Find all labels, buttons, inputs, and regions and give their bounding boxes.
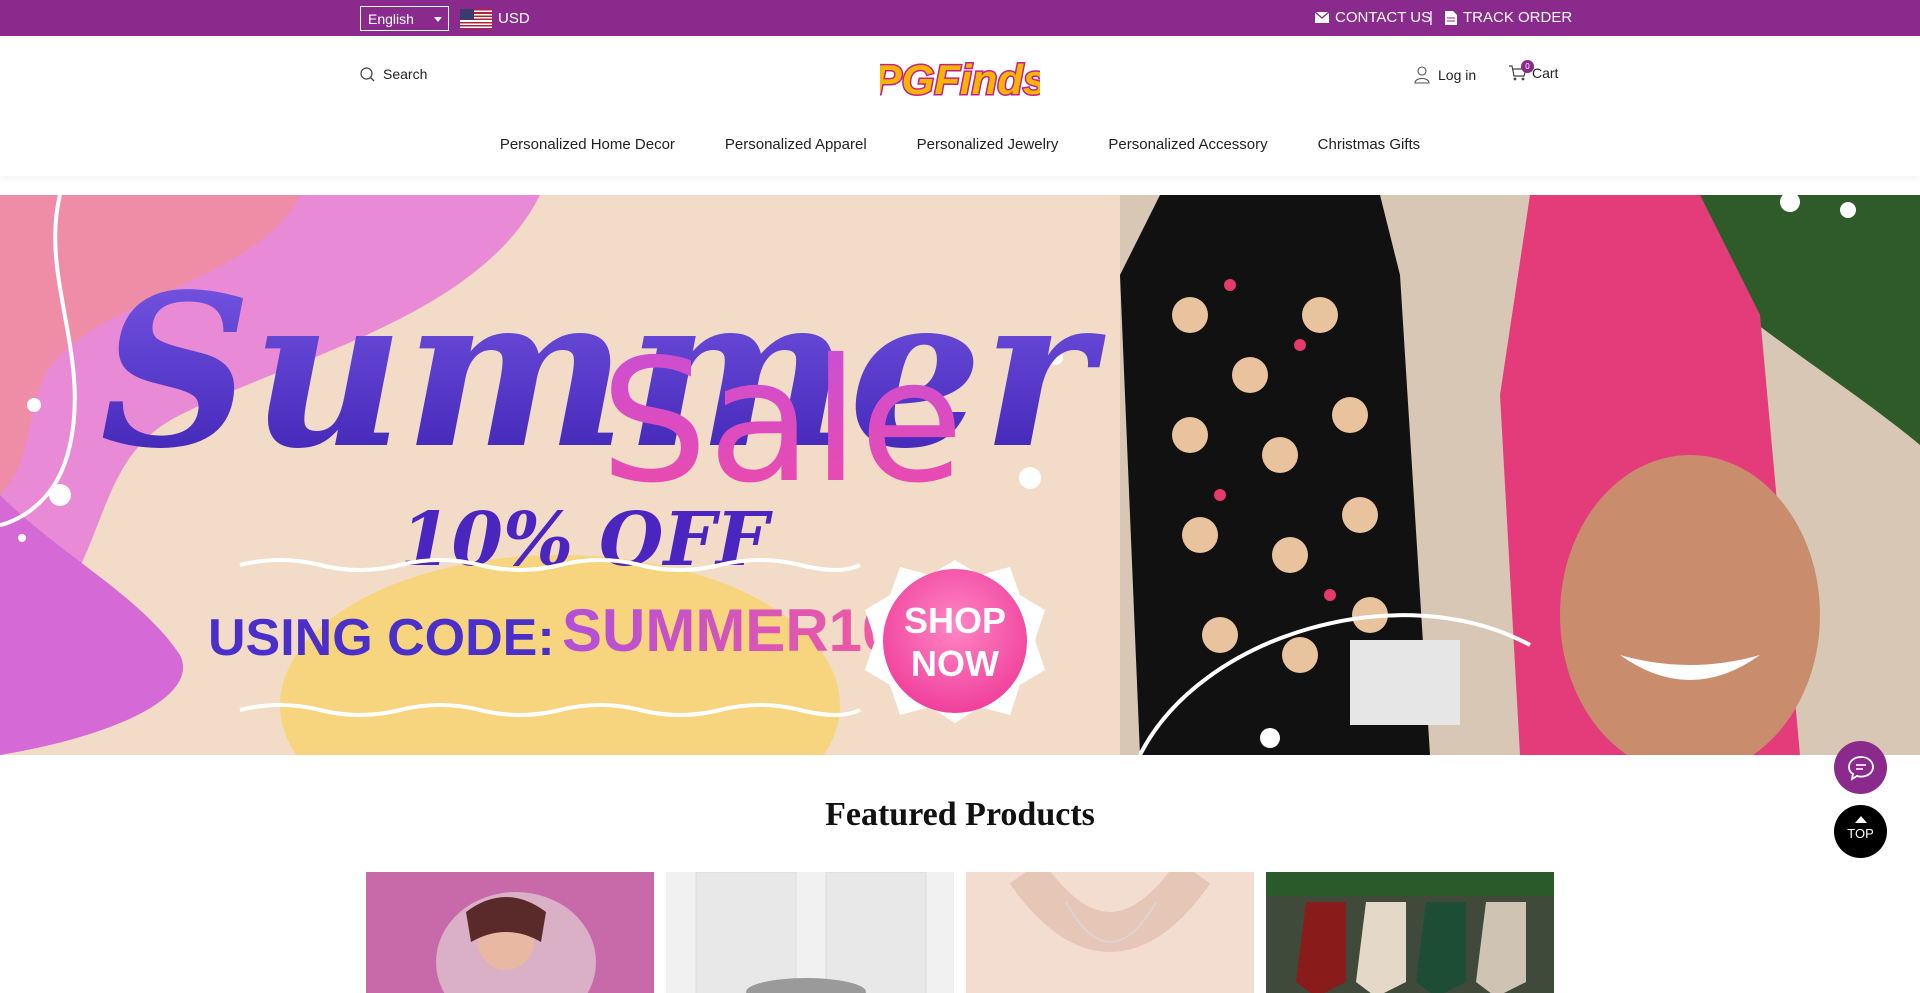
mail-icon	[1315, 12, 1329, 23]
bubble	[1260, 728, 1280, 748]
back-to-top-label: TOP	[1847, 826, 1874, 841]
cart-label: Cart	[1532, 65, 1559, 81]
nav-item-christmas-gifts[interactable]: Christmas Gifts	[1318, 136, 1421, 160]
cart-count-badge: 0	[1521, 60, 1534, 73]
arrow-up-icon	[1854, 816, 1867, 823]
product-photo-girl-lamp	[366, 872, 654, 993]
logo-text: PGFinds	[880, 56, 1040, 103]
user-icon	[1414, 66, 1430, 84]
banner-offer: 10% OFF	[400, 497, 773, 583]
summer-sale-banner[interactable]: Summer Sale 10% OFF USING CODE: SUMMER10…	[0, 195, 1920, 755]
shop-now-line1: SHOP	[904, 600, 1006, 641]
nav-item-apparel[interactable]: Personalized Apparel	[725, 136, 867, 160]
product-card-3[interactable]	[966, 872, 1254, 993]
currency-label[interactable]: USD	[498, 10, 530, 27]
banner-code: SUMMER10	[562, 597, 895, 664]
track-order-label: TRACK ORDER	[1463, 9, 1573, 26]
search-button[interactable]: Search	[360, 66, 427, 82]
product-photo-pet-figurines	[666, 872, 954, 993]
chevron-down-icon	[434, 17, 442, 22]
us-flag-icon[interactable]	[460, 9, 492, 29]
bubble	[18, 534, 26, 542]
product-card-4[interactable]	[1266, 872, 1554, 993]
product-card-1[interactable]	[366, 872, 654, 993]
product-card-2[interactable]	[666, 872, 954, 993]
chat-button[interactable]	[1834, 741, 1887, 794]
banner-subheadline: Sale	[600, 323, 964, 521]
login-link[interactable]: Log in	[1414, 66, 1476, 84]
topbar-separator: |	[1429, 9, 1433, 26]
contact-us-label: CONTACT US	[1335, 9, 1432, 26]
language-select[interactable]: English	[360, 6, 449, 31]
back-to-top-button[interactable]: TOP	[1834, 805, 1887, 858]
chat-icon	[1847, 755, 1874, 781]
document-icon	[1445, 10, 1457, 25]
banner-code-prefix: USING CODE:	[208, 609, 555, 667]
product-photo-necklace	[966, 872, 1254, 993]
bubble	[49, 484, 71, 506]
language-select-value: English	[368, 11, 414, 27]
thumbnail-photo	[1350, 640, 1460, 725]
bubble	[27, 398, 41, 412]
cart-link[interactable]: 0 Cart	[1508, 60, 1559, 82]
search-icon	[360, 66, 375, 81]
track-order-link[interactable]: TRACK ORDER	[1445, 9, 1572, 26]
shop-now-line2: NOW	[911, 643, 999, 684]
search-label: Search	[383, 66, 428, 82]
site-logo[interactable]: PGFinds	[872, 54, 1048, 108]
featured-products-title: Featured Products	[825, 796, 1095, 833]
nav-item-jewelry[interactable]: Personalized Jewelry	[917, 136, 1059, 160]
nav-item-accessory[interactable]: Personalized Accessory	[1108, 136, 1267, 160]
featured-products-grid	[366, 872, 1554, 993]
bubble	[1840, 202, 1856, 218]
top-bar: English USD CONTACT US | TRACK ORDER	[0, 0, 1920, 36]
contact-us-link[interactable]: CONTACT US	[1315, 9, 1431, 26]
login-label: Log in	[1438, 67, 1477, 83]
main-nav: Personalized Home Decor Personalized App…	[0, 136, 1920, 176]
nav-item-home-decor[interactable]: Personalized Home Decor	[500, 136, 675, 160]
product-photo-christmas-stockings	[1266, 872, 1554, 993]
